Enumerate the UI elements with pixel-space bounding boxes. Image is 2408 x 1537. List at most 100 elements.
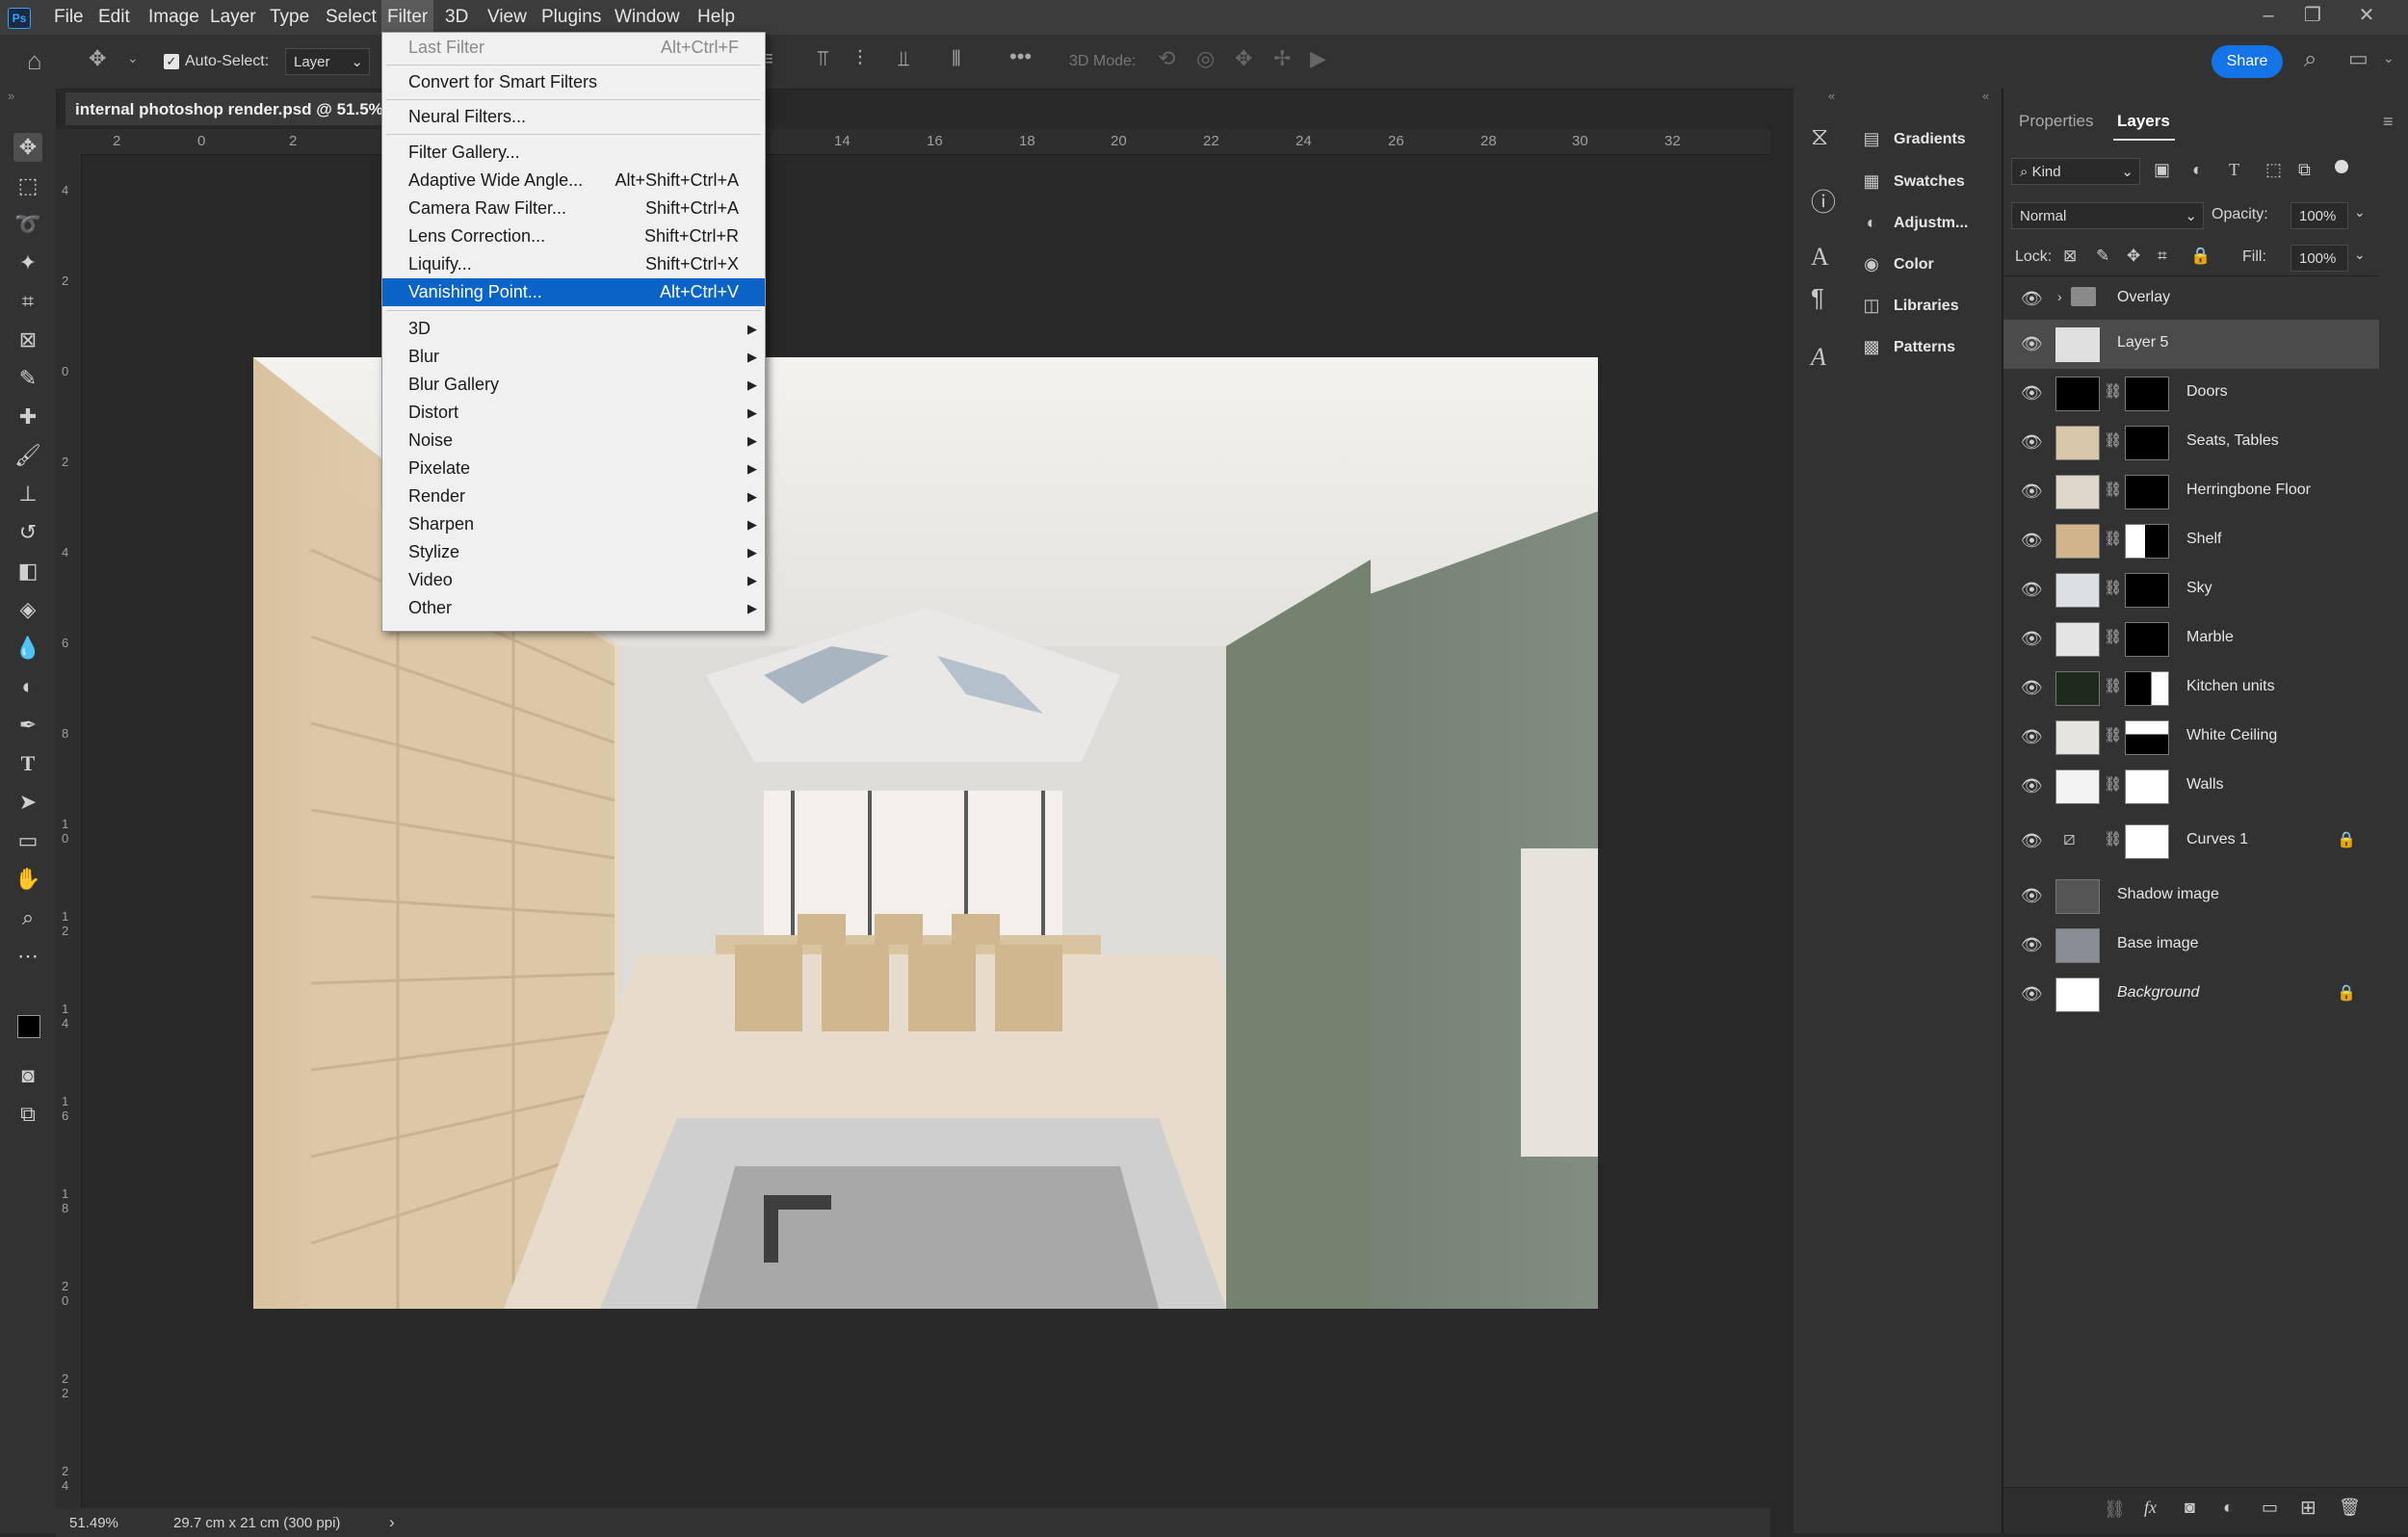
layer-row-white-ceiling[interactable]: 👁 ⛓ White Ceiling	[2003, 713, 2379, 762]
collapse-icon[interactable]: «	[1982, 89, 1989, 103]
screen-mode-icon[interactable]: ⧉	[13, 1100, 42, 1129]
layer-row-herringbone-floor[interactable]: 👁 ⛓ Herringbone Floor	[2003, 467, 2379, 516]
filter-menu-item-render[interactable]: Render ▶	[382, 482, 765, 510]
menu-layer[interactable]: Layer	[204, 0, 262, 35]
character-icon[interactable]: A	[1811, 243, 1829, 272]
search-icon[interactable]: ⌕	[2304, 46, 2316, 73]
visibility-eye-icon[interactable]: 👁	[2021, 531, 2043, 551]
filter-menu-item-blur[interactable]: Blur ▶	[382, 343, 765, 371]
document-tab[interactable]: internal photoshop render.psd @ 51.5%	[65, 92, 383, 125]
home-icon[interactable]: ⌂	[27, 46, 42, 76]
path-selection-tool-icon[interactable]: ➤	[13, 788, 42, 817]
filter-menu-item-adaptive-wide-angle[interactable]: Adaptive Wide Angle... Alt+Shift+Ctrl+A	[382, 167, 765, 195]
link-layers-icon[interactable]: ⛓	[2104, 1499, 2126, 1520]
align-middle-icon[interactable]: ⫶	[857, 46, 863, 71]
menu-select[interactable]: Select	[320, 0, 382, 35]
fill-input[interactable]: 100%	[2290, 245, 2348, 272]
layer-row-walls[interactable]: 👁 ⛓ Walls	[2003, 762, 2379, 811]
filter-menu-item-other[interactable]: Other ▶	[382, 594, 765, 622]
zoom-tool-icon[interactable]: ⌕	[13, 903, 42, 932]
filter-menu-item-sharpen[interactable]: Sharpen ▶	[382, 510, 765, 538]
marquee-tool-icon[interactable]: ⬚	[13, 171, 42, 200]
history-brush-tool-icon[interactable]: ↺	[13, 518, 42, 547]
info-icon[interactable]: ⓘ	[1811, 183, 1836, 219]
move-tool-icon[interactable]: ✥	[89, 46, 106, 71]
filter-menu-item-stylize[interactable]: Stylize ▶	[382, 538, 765, 566]
slide-3d-icon[interactable]: ✢	[1273, 46, 1291, 71]
new-layer-icon[interactable]: ⊞	[2300, 1496, 2316, 1520]
menu-filter[interactable]: Filter	[381, 0, 434, 35]
filter-menu-item-blur-gallery[interactable]: Blur Gallery ▶	[382, 371, 765, 399]
align-top-icon[interactable]: ⫪	[817, 46, 828, 71]
lock-image-icon[interactable]: ✎	[2096, 247, 2109, 266]
panel-color[interactable]: ◉ Color	[1861, 248, 2002, 283]
pan-3d-icon[interactable]: ✥	[1235, 46, 1252, 71]
panel-swatches[interactable]: ▦ Swatches	[1861, 166, 2002, 200]
paragraph-icon[interactable]: ¶	[1811, 283, 1824, 313]
minimize-icon[interactable]: –	[2244, 0, 2292, 31]
add-mask-icon[interactable]: ◙	[2185, 1498, 2195, 1518]
lock-transparent-icon[interactable]: ⊠	[2063, 247, 2077, 266]
visibility-eye-icon[interactable]: 👁	[2021, 727, 2043, 747]
roll-3d-icon[interactable]: ◎	[1196, 46, 1215, 71]
layer-row-shadow-image[interactable]: 👁 Shadow image	[2003, 872, 2379, 921]
filter-menu-item-pixelate[interactable]: Pixelate ▶	[382, 455, 765, 482]
opacity-input[interactable]: 100%	[2290, 202, 2348, 229]
magic-wand-tool-icon[interactable]: ✦	[13, 248, 42, 277]
tab-layers[interactable]: Layers	[2117, 112, 2170, 131]
visibility-eye-icon[interactable]: 👁	[2021, 678, 2043, 698]
filter-menu-item-3d[interactable]: 3D ▶	[382, 315, 765, 343]
orbit-3d-icon[interactable]: ⟲	[1158, 46, 1175, 71]
filter-menu-item-noise[interactable]: Noise ▶	[382, 427, 765, 455]
filter-smart-object-icon[interactable]: ⧉	[2298, 160, 2311, 180]
quick-mask-icon[interactable]: ◙	[13, 1061, 42, 1090]
move-tool-icon[interactable]: ✥	[13, 133, 42, 162]
lock-all-icon[interactable]: 🔒	[2190, 247, 2211, 266]
panel-adjustments[interactable]: ◐ Adjustm...	[1861, 207, 2002, 242]
new-group-icon[interactable]: ▭	[2262, 1498, 2278, 1518]
zoom-level[interactable]: 51.49%	[69, 1515, 118, 1531]
filter-type-icon[interactable]: T	[2229, 160, 2239, 180]
visibility-eye-icon[interactable]: 👁	[2021, 580, 2043, 600]
layer-row-base-image[interactable]: 👁 Base image	[2003, 921, 2379, 970]
glyphs-icon[interactable]: A	[1811, 343, 1826, 372]
align-bottom-icon[interactable]: ⫫	[898, 46, 909, 71]
restore-icon[interactable]: ❐	[2289, 0, 2337, 31]
new-adjustment-icon[interactable]: ◐	[2223, 1498, 2234, 1518]
filter-menu-item-distort[interactable]: Distort ▶	[382, 399, 765, 427]
layer-row-doors[interactable]: 👁 ⛓ Doors	[2003, 369, 2379, 418]
brush-tool-icon[interactable]: 🖌	[13, 441, 42, 470]
chevron-down-icon[interactable]: ⌄	[127, 50, 139, 66]
chevron-down-icon[interactable]: ⌄	[2383, 50, 2395, 66]
chevron-down-icon[interactable]: ⌄	[2354, 247, 2366, 263]
blur-tool-icon[interactable]: 💧	[13, 634, 42, 663]
fx-icon[interactable]: fx	[2144, 1498, 2157, 1518]
filter-shape-icon[interactable]: ⬚	[2265, 160, 2282, 180]
status-arrow-icon[interactable]: ›	[389, 1513, 395, 1532]
crop-tool-icon[interactable]: ⌗	[13, 287, 42, 316]
visibility-eye-icon[interactable]: 👁	[2021, 383, 2043, 404]
panel-gradients[interactable]: ▤ Gradients	[1861, 123, 2002, 158]
menu-file[interactable]: File	[48, 0, 90, 35]
collapse-icon[interactable]: »	[8, 89, 14, 103]
layer-row-curves-1[interactable]: 👁 ⧄ ⛓ Curves 1 🔒	[2003, 817, 2379, 866]
distribute-icon[interactable]: ⦀	[952, 46, 961, 71]
panel-libraries[interactable]: ◫ Libraries	[1861, 290, 2002, 325]
healing-brush-tool-icon[interactable]: ✚	[13, 403, 42, 431]
visibility-eye-icon[interactable]: 👁	[2021, 482, 2043, 502]
foreground-color-swatch[interactable]	[17, 1015, 40, 1038]
lasso-tool-icon[interactable]: ➰	[13, 210, 42, 239]
visibility-eye-icon[interactable]: 👁	[2021, 334, 2043, 354]
menu-edit[interactable]: Edit	[92, 0, 136, 35]
visibility-eye-icon[interactable]: 👁	[2021, 886, 2043, 906]
history-icon[interactable]: ⧖	[1811, 121, 1828, 152]
eraser-tool-icon[interactable]: ◧	[13, 557, 42, 586]
auto-select-dropdown[interactable]: Layer ⌄	[285, 48, 370, 75]
menu-type[interactable]: Type	[264, 0, 315, 35]
collapse-icon[interactable]: «	[1828, 89, 1835, 103]
menu-view[interactable]: View	[482, 0, 533, 35]
filter-menu-item-neural-filters[interactable]: Neural Filters...	[382, 103, 765, 131]
layer-row-layer-5[interactable]: 👁 Layer 5	[2003, 320, 2379, 369]
close-icon[interactable]: ✕	[2343, 0, 2391, 31]
filter-menu-item-video[interactable]: Video ▶	[382, 566, 765, 594]
